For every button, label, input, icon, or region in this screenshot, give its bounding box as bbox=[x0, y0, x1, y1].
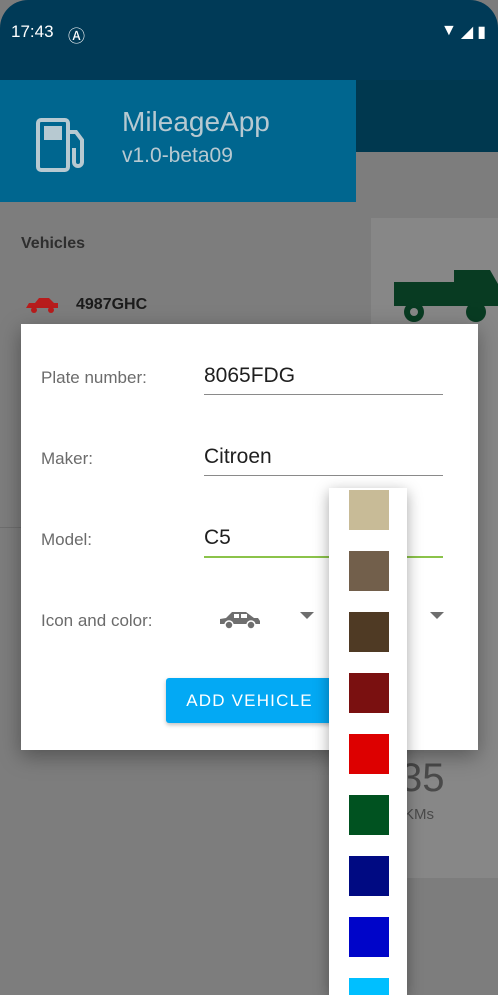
color-swatch[interactable] bbox=[349, 551, 389, 591]
color-swatch[interactable] bbox=[349, 734, 389, 774]
color-swatch[interactable] bbox=[349, 795, 389, 835]
fuel-pump-icon bbox=[36, 118, 84, 172]
color-dropdown-arrow-icon[interactable] bbox=[430, 612, 444, 619]
drawer-vehicle-item[interactable]: 4987GHC bbox=[24, 290, 324, 320]
plate-number-underline bbox=[204, 394, 443, 395]
plate-number-label: Plate number: bbox=[41, 368, 147, 387]
color-swatch[interactable] bbox=[349, 490, 389, 530]
color-dropdown-list[interactable] bbox=[329, 488, 407, 995]
plate-number-input[interactable]: 8065FDG bbox=[204, 364, 295, 388]
model-label: Model: bbox=[41, 530, 93, 549]
icon-dropdown-arrow-icon[interactable] bbox=[300, 612, 314, 619]
battery-icon: ▮ bbox=[477, 24, 486, 41]
red-car-icon bbox=[26, 298, 58, 313]
drawer-section-title: Vehicles bbox=[21, 235, 86, 252]
color-swatch[interactable] bbox=[349, 917, 389, 957]
color-swatch[interactable] bbox=[349, 673, 389, 713]
wifi-icon: ▼ bbox=[441, 22, 457, 39]
app-version: v1.0-beta09 bbox=[122, 144, 233, 167]
status-icons: ▼ ◢ ▮ bbox=[441, 22, 486, 42]
add-vehicle-button[interactable]: ADD VEHICLE bbox=[166, 678, 333, 723]
card-unit: KMs bbox=[404, 806, 434, 823]
car-icon[interactable] bbox=[218, 608, 262, 630]
app-name: MileageApp bbox=[122, 106, 270, 137]
signal-icon: ◢ bbox=[460, 24, 474, 41]
drawer-vehicle-label: 4987GHC bbox=[76, 296, 148, 313]
icon-color-label: Icon and color: bbox=[41, 611, 153, 630]
at-sign-icon: Ⓐ bbox=[68, 27, 85, 46]
model-underline-focused bbox=[204, 556, 443, 558]
truck-icon bbox=[394, 270, 498, 322]
color-swatch[interactable] bbox=[349, 856, 389, 896]
maker-underline bbox=[204, 475, 443, 476]
maker-input[interactable]: Citroen bbox=[204, 445, 272, 469]
model-input[interactable]: C5 bbox=[204, 526, 231, 550]
app-toolbar bbox=[356, 80, 498, 152]
status-time: 17:43 bbox=[11, 22, 54, 41]
color-swatch[interactable] bbox=[349, 612, 389, 652]
maker-label: Maker: bbox=[41, 449, 93, 468]
color-swatch[interactable] bbox=[349, 978, 389, 995]
